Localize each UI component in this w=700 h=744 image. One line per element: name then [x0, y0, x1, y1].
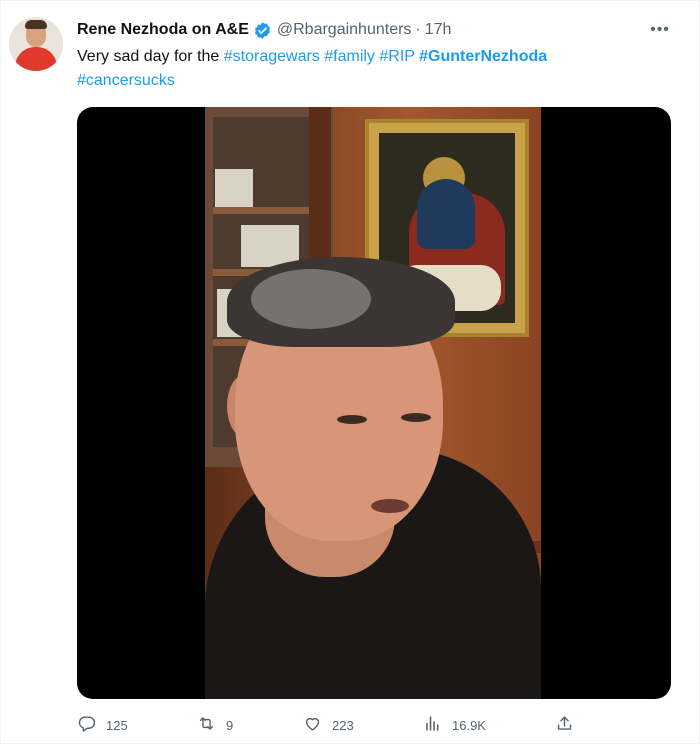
video-player[interactable] [77, 107, 671, 699]
hashtag-family[interactable]: #family [324, 48, 375, 65]
more-options-icon[interactable]: ••• [647, 17, 673, 43]
tweet-header: Rene Nezhoda on A&E @Rbargainhunters · 1… [77, 19, 451, 41]
author-handle[interactable]: @Rbargainhunters [277, 21, 412, 39]
tweet-timestamp[interactable]: 17h [425, 21, 452, 39]
share-button[interactable] [555, 713, 574, 737]
avatar-hair [25, 20, 47, 29]
video-frame [205, 107, 541, 699]
shelf-items [215, 169, 253, 207]
tweet-text: Very sad day for the #storagewars #famil… [77, 45, 677, 93]
hashtag-rip[interactable]: #RIP [379, 48, 414, 65]
tweet-actions: 125 9 223 16.9K [77, 713, 587, 737]
person-eye [401, 413, 431, 422]
like-button[interactable]: 223 [303, 713, 354, 737]
like-count: 223 [332, 717, 354, 733]
hashtag-storagewars[interactable]: #storagewars [224, 48, 320, 65]
avatar[interactable] [9, 17, 63, 71]
tweet-text-lead: Very sad day for the [77, 48, 224, 65]
person-mouth [371, 499, 409, 513]
avatar-shirt [15, 47, 57, 71]
author-name[interactable]: Rene Nezhoda on A&E [77, 21, 249, 39]
shelf-board [213, 207, 313, 214]
reply-count: 125 [106, 717, 128, 733]
verified-badge-icon [253, 21, 272, 40]
painting-veil [417, 179, 475, 249]
views-icon [423, 714, 442, 736]
hashtag-gunternezhoda[interactable]: #GunterNezhoda [419, 48, 547, 65]
share-icon [555, 714, 574, 736]
reply-button[interactable]: 125 [77, 713, 128, 737]
separator-dot: · [415, 21, 421, 38]
tweet-card[interactable]: Rene Nezhoda on A&E @Rbargainhunters · 1… [0, 0, 700, 744]
reply-icon [77, 714, 96, 736]
person-eye [337, 415, 367, 424]
person-hair-grey [251, 269, 371, 329]
views-count: 16.9K [452, 717, 486, 733]
hashtag-cancersucks[interactable]: #cancersucks [77, 72, 175, 89]
retweet-button[interactable]: 9 [197, 713, 233, 737]
retweet-icon [197, 714, 216, 736]
retweet-count: 9 [226, 717, 234, 733]
views-button[interactable]: 16.9K [423, 713, 486, 737]
heart-icon [303, 714, 322, 736]
